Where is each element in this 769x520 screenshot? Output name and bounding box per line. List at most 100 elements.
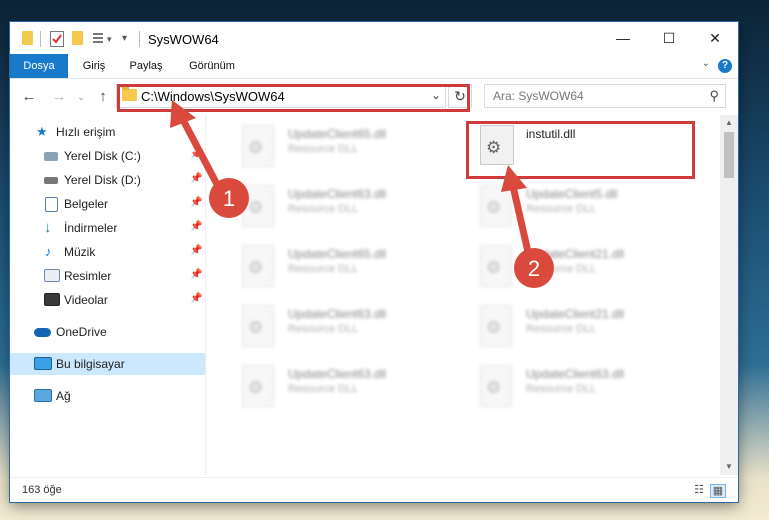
cloud-icon — [34, 328, 51, 337]
ribbon-tabs: Dosya Giriş Paylaş Görünüm ⌄ ? — [10, 54, 738, 79]
tab-view[interactable]: Görünüm — [180, 54, 244, 78]
sidebar-item-downloads[interactable]: ↓ İndirmeler 📌 — [10, 217, 205, 239]
file-item[interactable]: ⚙ UpdateClient5.dll Resource DLL — [480, 185, 700, 241]
back-icon[interactable]: ← — [20, 88, 38, 106]
window-title: SysWOW64 — [148, 32, 219, 47]
gear-icon: ⚙ — [486, 198, 502, 217]
address-highlight-box — [117, 84, 470, 112]
help-icon[interactable]: ? — [718, 59, 732, 73]
vertical-scrollbar[interactable]: ▲ ▼ — [720, 115, 738, 475]
file-type: Resource DLL — [526, 383, 597, 395]
scroll-down-icon[interactable]: ▼ — [720, 459, 738, 475]
dll-file-icon: ⚙ — [480, 365, 512, 407]
pin-icon[interactable]: 📌 — [190, 269, 202, 280]
divider — [139, 31, 140, 47]
pin-icon[interactable]: 📌 — [190, 293, 202, 304]
sidebar-item-label: Yerel Disk (C:) — [64, 149, 141, 163]
file-name: UpdateClient63.dll — [288, 367, 387, 381]
pin-icon[interactable]: 📌 — [190, 221, 202, 232]
sidebar-item-onedrive[interactable]: OneDrive — [10, 321, 205, 343]
scroll-up-icon[interactable]: ▲ — [720, 115, 738, 131]
sidebar-item-label: Müzik — [64, 245, 96, 259]
minimize-button[interactable]: — — [600, 22, 646, 54]
sidebar-item-pictures[interactable]: Resimler 📌 — [10, 265, 205, 287]
sidebar-item-music[interactable]: ♪ Müzik 📌 — [10, 241, 205, 263]
chevron-down-icon[interactable]: ▾ — [107, 31, 117, 47]
tab-home[interactable]: Giriş — [72, 54, 116, 78]
file-item[interactable]: ⚙ UpdateClient63.dll Resource DLL — [242, 185, 462, 241]
sidebar-item-local-disk-c[interactable]: Yerel Disk (C:) 📌 — [10, 145, 205, 167]
drive-icon — [44, 177, 58, 184]
gear-icon: ⚙ — [248, 138, 264, 157]
sidebar-item-network[interactable]: Ağ — [10, 385, 205, 407]
file-highlight-box — [466, 121, 695, 179]
sidebar-item-label: Ağ — [56, 389, 71, 403]
computer-icon — [34, 357, 52, 370]
recent-locations-icon[interactable]: ⌄ — [72, 88, 90, 106]
gear-icon: ⚙ — [486, 378, 502, 397]
file-type: Resource DLL — [288, 203, 359, 215]
file-name: UpdateClient65.dll — [288, 247, 387, 261]
view-icon[interactable] — [92, 31, 104, 45]
properties-icon[interactable] — [50, 31, 64, 47]
file-name: UpdateClient63.dll — [288, 187, 387, 201]
documents-icon — [45, 197, 58, 212]
sidebar-item-documents[interactable]: Belgeler 📌 — [10, 193, 205, 215]
sidebar-item-label: OneDrive — [56, 325, 107, 339]
item-count: 163 öğe — [22, 484, 62, 496]
pin-icon[interactable]: 📌 — [190, 173, 202, 184]
sidebar-item-local-disk-d[interactable]: Yerel Disk (D:) 📌 — [10, 169, 205, 191]
sidebar-item-label: Resimler — [64, 269, 112, 283]
search-input[interactable]: Ara: SysWOW64 ⚲ — [484, 84, 726, 108]
file-item[interactable]: ⚙ UpdateClient63.dll Resource DLL — [480, 365, 700, 421]
file-type: Resource DLL — [288, 323, 359, 335]
pin-icon[interactable]: 📌 — [190, 149, 202, 160]
pin-icon[interactable]: 📌 — [190, 245, 202, 256]
maximize-button[interactable]: ☐ — [646, 22, 692, 54]
gear-icon: ⚙ — [248, 198, 264, 217]
gear-icon: ⚙ — [248, 378, 264, 397]
file-name: UpdateClient63.dll — [288, 307, 387, 321]
file-name: UpdateClient5.dll — [526, 187, 618, 201]
download-icon: ↓ — [44, 219, 52, 236]
file-name: UpdateClient21.dll — [526, 247, 625, 261]
file-type: Resource DLL — [526, 203, 597, 215]
new-folder-icon[interactable] — [72, 31, 83, 45]
file-item[interactable]: ⚙ UpdateClient65.dll Resource DLL — [242, 245, 462, 301]
file-item[interactable]: ⚙ UpdateClient65.dll Resource DLL — [242, 125, 462, 181]
sidebar-item-videos[interactable]: Videolar 📌 — [10, 289, 205, 311]
sidebar-item-label: Hızlı erişim — [56, 125, 116, 139]
file-item[interactable]: ⚙ UpdateClient21.dll Resource DLL — [480, 245, 700, 301]
star-icon: ★ — [36, 124, 48, 139]
dll-file-icon: ⚙ — [242, 365, 274, 407]
tab-file[interactable]: Dosya — [10, 54, 68, 78]
file-name: UpdateClient63.dll — [526, 367, 625, 381]
file-item[interactable]: ⚙ UpdateClient63.dll Resource DLL — [242, 365, 462, 421]
gear-icon: ⚙ — [248, 318, 264, 337]
sidebar-item-label: Yerel Disk (D:) — [64, 173, 141, 187]
tab-share[interactable]: Paylaş — [120, 54, 172, 78]
forward-icon[interactable]: → — [50, 88, 68, 106]
file-item[interactable]: ⚙ UpdateClient21.dll Resource DLL — [480, 305, 700, 361]
network-icon — [34, 389, 52, 402]
sidebar-item-quick-access[interactable]: ★ Hızlı erişim — [10, 121, 205, 143]
folder-icon — [22, 31, 33, 45]
navigation-pane: ★ Hızlı erişim Yerel Disk (C:) 📌 Yerel D… — [10, 115, 206, 475]
up-icon[interactable]: ↑ — [94, 88, 112, 106]
scroll-thumb[interactable] — [724, 132, 734, 178]
gear-icon: ⚙ — [486, 258, 502, 277]
file-item[interactable]: ⚙ UpdateClient63.dll Resource DLL — [242, 305, 462, 361]
dll-file-icon: ⚙ — [480, 185, 512, 227]
file-type: Resource DLL — [526, 323, 597, 335]
pin-icon[interactable]: 📌 — [190, 197, 202, 208]
gear-icon: ⚙ — [248, 258, 264, 277]
close-button[interactable]: ✕ — [692, 22, 738, 54]
music-icon: ♪ — [45, 244, 52, 259]
details-view-icon[interactable]: ☷ — [692, 484, 706, 496]
sidebar-item-this-pc[interactable]: Bu bilgisayar — [10, 353, 205, 375]
tiles-view-icon[interactable]: ▦ — [710, 484, 726, 498]
gear-icon: ⚙ — [486, 318, 502, 337]
expand-ribbon-icon[interactable]: ⌄ — [702, 58, 710, 69]
customize-toolbar-icon[interactable]: ▾ — [122, 31, 132, 47]
file-type: Resource DLL — [288, 143, 359, 155]
